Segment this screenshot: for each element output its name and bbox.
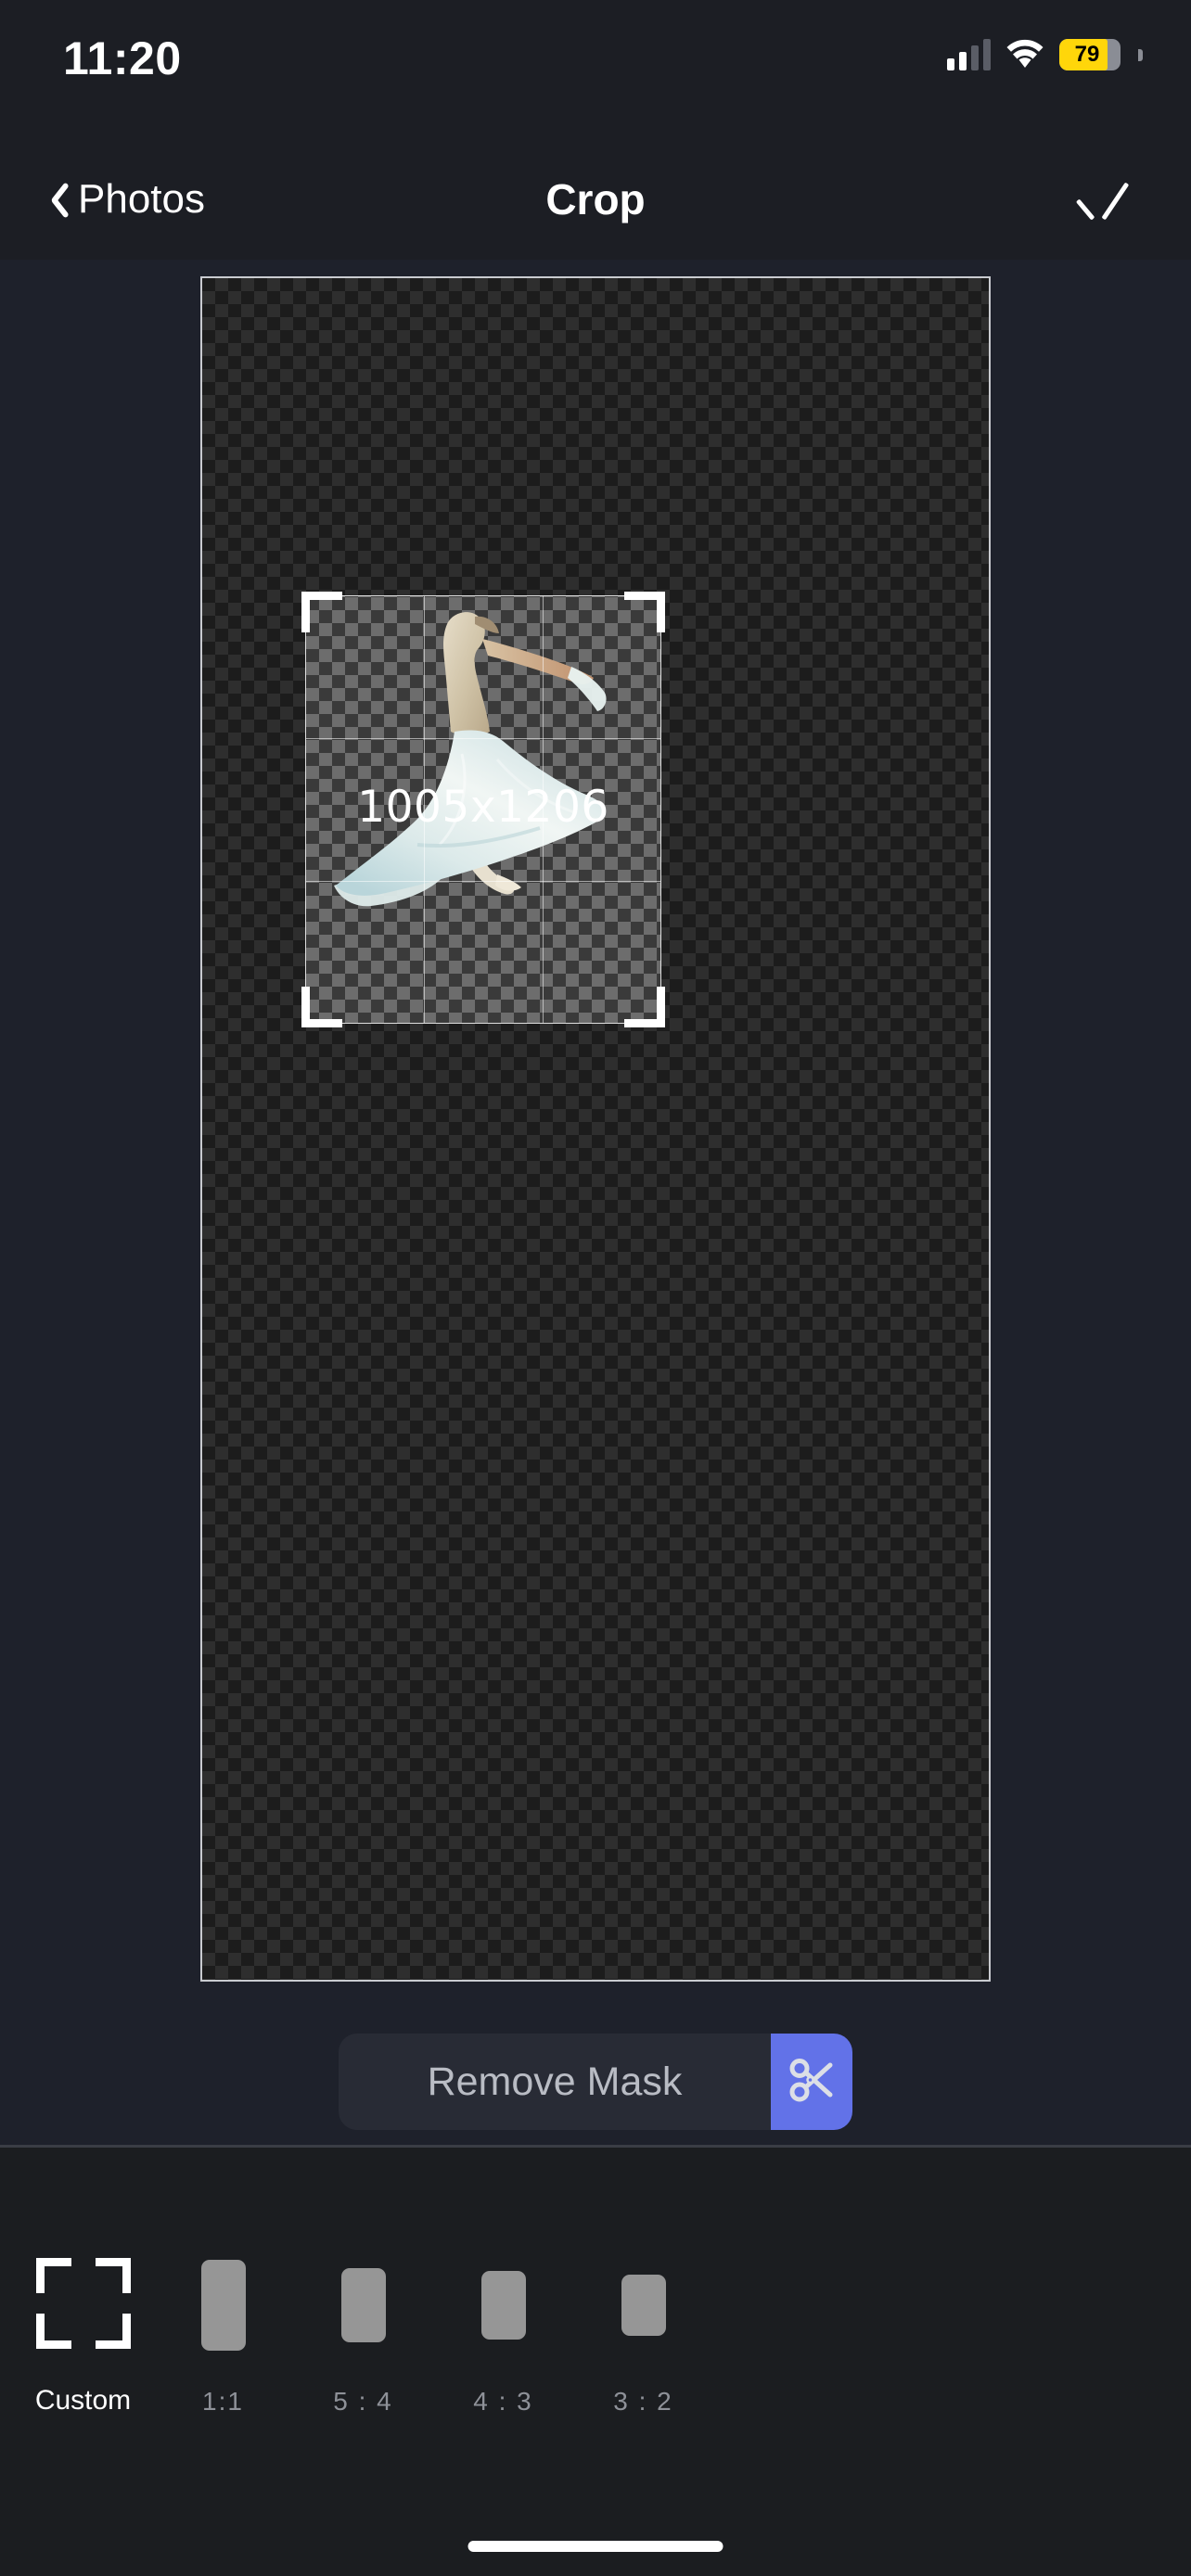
crop-handle-top-right[interactable] — [624, 592, 665, 632]
aspect-item-3-2[interactable]: 3 : 2 — [573, 2148, 713, 2417]
crop-screen: 11:20 79 Photos Crop 1005x1206 Remove Ma… — [0, 0, 1191, 2576]
status-bar: 11:20 79 — [0, 0, 1191, 139]
aspect-swatch-icon — [480, 2240, 526, 2370]
aspect-item-label: 5 : 4 — [333, 2387, 393, 2416]
battery-icon: 79 — [1059, 39, 1121, 70]
wifi-icon — [1005, 39, 1044, 70]
remove-mask-button[interactable]: Remove Mask — [339, 2034, 771, 2130]
aspect-item-1-1[interactable]: 1:1 — [153, 2148, 293, 2417]
aspect-swatch-icon — [621, 2240, 666, 2370]
aspect-item-label: 1:1 — [202, 2387, 244, 2416]
aspect-swatch-icon — [200, 2240, 246, 2370]
aspect-item-label: 3 : 2 — [613, 2387, 673, 2416]
grid-line-horizontal-1 — [306, 738, 660, 740]
aspect-ratio-list[interactable]: Custom 1:1 5 : 4 4 : 3 3: 2 — [0, 2148, 1191, 2417]
mask-toolbar: Remove Mask — [0, 2026, 1191, 2137]
cut-mask-button[interactable] — [771, 2034, 852, 2130]
cellular-signal-icon — [947, 39, 991, 70]
aspect-swatch-icon — [340, 2240, 386, 2370]
battery-percent-label: 79 — [1074, 42, 1100, 67]
battery-nub-icon — [1138, 48, 1143, 61]
page-title: Crop — [545, 175, 646, 223]
aspect-item-5-4[interactable]: 5 : 4 — [293, 2148, 433, 2417]
mask-segmented-control: Remove Mask — [339, 2034, 852, 2130]
crop-corners-icon — [35, 2238, 131, 2368]
aspect-item-custom[interactable]: Custom — [13, 2148, 153, 2417]
aspect-ratio-panel[interactable]: Custom 1:1 5 : 4 4 : 3 3: 2 — [0, 2148, 1191, 2576]
aspect-item-label: Custom — [34, 2385, 132, 2416]
checkmark-icon — [1082, 172, 1136, 226]
crop-dimensions-label: 1005x1206 — [357, 781, 609, 833]
image-canvas[interactable]: 1005x1206 — [200, 276, 991, 1982]
crop-handle-bottom-right[interactable] — [624, 987, 665, 1027]
navigation-bar: Photos Crop — [0, 139, 1191, 260]
home-indicator[interactable] — [467, 2541, 724, 2552]
aspect-item-label: 4 : 3 — [473, 2387, 533, 2416]
aspect-item-4-3[interactable]: 4 : 3 — [433, 2148, 573, 2417]
grid-line-horizontal-2 — [306, 880, 660, 882]
editor-area: 1005x1206 Remove Mask — [0, 260, 1191, 2147]
crop-handle-top-left[interactable] — [301, 592, 342, 632]
done-button[interactable] — [1054, 139, 1165, 260]
scissors-icon — [786, 2054, 838, 2111]
crop-handle-bottom-left[interactable] — [301, 987, 342, 1027]
status-bar-time: 11:20 — [63, 32, 182, 84]
crop-rectangle[interactable]: 1005x1206 — [301, 592, 665, 1027]
status-bar-indicators: 79 — [947, 28, 1143, 82]
